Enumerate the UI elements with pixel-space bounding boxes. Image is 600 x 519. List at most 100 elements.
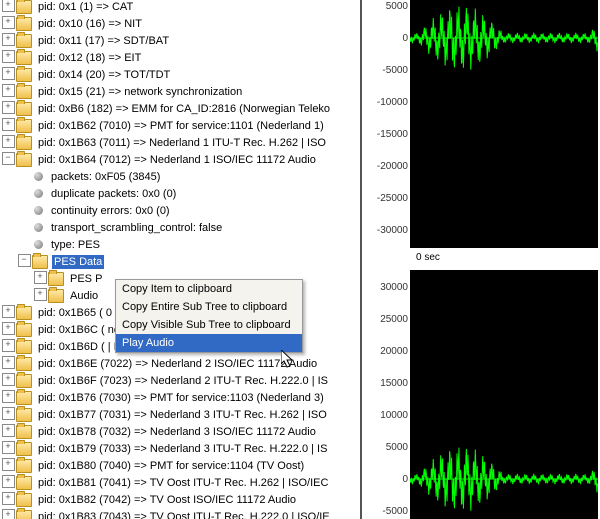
waveform-plot-bottom[interactable] — [410, 270, 598, 519]
expander-plus-icon[interactable]: + — [2, 0, 15, 12]
ytick: 0 — [402, 474, 408, 485]
folder-icon — [48, 289, 64, 303]
expander-plus-icon[interactable]: + — [2, 16, 15, 29]
expander-plus-icon[interactable]: + — [2, 67, 15, 80]
tree-node[interactable]: pid: 0x10 (16) => NIT — [36, 17, 144, 31]
expander-plus-icon[interactable]: + — [2, 373, 15, 386]
expander-plus-icon[interactable]: + — [2, 390, 15, 403]
expander-plus-icon[interactable]: + — [2, 492, 15, 505]
tree-node[interactable]: pid: 0x1B80 (7040) => PMT for service:11… — [36, 459, 306, 473]
folder-icon — [16, 17, 32, 31]
tree-node[interactable]: pid: 0x12 (18) => EIT — [36, 51, 143, 65]
tree-leaf[interactable]: duplicate packets: 0x0 (0) — [49, 187, 178, 201]
menu-copy-entire[interactable]: Copy Entire Sub Tree to clipboard — [116, 298, 302, 316]
tree-leaf[interactable]: transport_scrambling_control: false — [49, 221, 224, 235]
folder-icon — [16, 408, 32, 422]
folder-icon — [16, 51, 32, 65]
tree-node[interactable]: pid: 0x14 (20) => TOT/TDT — [36, 68, 172, 82]
tree-node[interactable]: pid: 0x1B79 (7033) => Nederland 3 ITU-T … — [36, 442, 329, 456]
expander-plus-icon[interactable]: + — [2, 135, 15, 148]
expander-plus-icon[interactable]: + — [2, 84, 15, 97]
folder-icon — [16, 68, 32, 82]
folder-icon — [16, 510, 32, 519]
tree-leaf[interactable]: packets: 0xF05 (3845) — [49, 170, 162, 184]
expander-plus-icon[interactable]: + — [34, 271, 47, 284]
expander-plus-icon[interactable]: + — [2, 50, 15, 63]
expander-plus-icon[interactable]: + — [2, 101, 15, 114]
expander-plus-icon[interactable]: + — [2, 118, 15, 131]
tree-node[interactable]: pid: 0x1B76 (7030) => PMT for service:11… — [36, 391, 326, 405]
expander-plus-icon[interactable]: + — [2, 475, 15, 488]
folder-icon — [16, 136, 32, 150]
tree-node[interactable]: pid: 0x1B81 (7041) => TV Oost ITU-T Rec.… — [36, 476, 330, 490]
tree-node-selected[interactable]: PES Data — [52, 255, 104, 269]
folder-icon — [16, 357, 32, 371]
bullet-icon — [34, 172, 43, 181]
folder-icon — [16, 119, 32, 133]
bullet-icon — [34, 223, 43, 232]
tree-node[interactable]: PES P — [68, 272, 104, 286]
menu-play-audio[interactable]: Play Audio — [116, 334, 302, 352]
folder-icon — [16, 306, 32, 320]
x-label: 0 sec — [416, 252, 440, 263]
ytick: 15000 — [380, 378, 408, 389]
tree-node[interactable]: pid: 0x1B62 (7010) => PMT for service:11… — [36, 119, 326, 133]
folder-icon — [32, 255, 48, 269]
expander-plus-icon[interactable]: + — [2, 424, 15, 437]
ytick: -20000 — [377, 161, 408, 172]
tree-node[interactable]: pid: 0x1B77 (7031) => Nederland 3 ITU-T … — [36, 408, 329, 422]
folder-icon — [16, 34, 32, 48]
tree-node[interactable]: pid: 0x1B78 (7032) => Nederland 3 ISO/IE… — [36, 425, 318, 439]
tree-node[interactable]: pid: 0x1 (1) => CAT — [36, 0, 135, 14]
tree-node[interactable]: pid: 0x1B82 (7042) => TV Oost ISO/IEC 11… — [36, 493, 298, 507]
menu-copy-visible[interactable]: Copy Visible Sub Tree to clipboard — [116, 316, 302, 334]
folder-icon — [16, 102, 32, 116]
expander-plus-icon[interactable]: + — [2, 33, 15, 46]
folder-icon — [16, 442, 32, 456]
expander-plus-icon[interactable]: + — [2, 407, 15, 420]
folder-icon — [16, 323, 32, 337]
tree-node[interactable]: Audio — [68, 289, 100, 303]
tree-node[interactable]: pid: 0x11 (17) => SDT/BAT — [36, 34, 171, 48]
expander-plus-icon[interactable]: + — [2, 305, 15, 318]
expander-plus-icon[interactable]: + — [2, 322, 15, 335]
ytick: -10000 — [377, 97, 408, 108]
tree-node[interactable]: pid: 0x1B6E (7022) => Nederland 2 ISO/IE… — [36, 357, 319, 371]
ytick: -15000 — [377, 129, 408, 140]
tree-leaf[interactable]: type: PES — [49, 238, 102, 252]
tree-node[interactable]: pid: 0x1B6F (7023) => Nederland 2 ITU-T … — [36, 374, 330, 388]
expander-minus-icon[interactable]: − — [2, 152, 15, 165]
tree-node[interactable]: pid: 0x15 (21) => network synchronizatio… — [36, 85, 244, 99]
tree-leaf[interactable]: continuity errors: 0x0 (0) — [49, 204, 172, 218]
folder-icon — [16, 425, 32, 439]
folder-icon — [16, 493, 32, 507]
expander-plus-icon[interactable]: + — [2, 458, 15, 471]
tree-node[interactable]: pid: 0x1B63 (7011) => Nederland 1 ITU-T … — [36, 136, 328, 150]
folder-icon — [16, 391, 32, 405]
menu-copy-item[interactable]: Copy Item to clipboard — [116, 280, 302, 298]
ytick: -30000 — [377, 225, 408, 236]
ytick: -5000 — [382, 65, 408, 76]
folder-icon — [16, 476, 32, 490]
tree-node[interactable]: pid: 0xB6 (182) => EMM for CA_ID:2816 (N… — [36, 102, 332, 116]
folder-icon — [16, 459, 32, 473]
folder-icon — [16, 0, 32, 14]
bullet-icon — [34, 189, 43, 198]
bullet-icon — [34, 206, 43, 215]
folder-icon — [16, 374, 32, 388]
expander-plus-icon[interactable]: + — [34, 288, 47, 301]
expander-minus-icon[interactable]: − — [18, 254, 31, 267]
ytick: 10000 — [380, 410, 408, 421]
expander-plus-icon[interactable]: + — [2, 356, 15, 369]
ytick: 30000 — [380, 282, 408, 293]
context-menu: Copy Item to clipboard Copy Entire Sub T… — [115, 279, 303, 353]
expander-plus-icon[interactable]: + — [2, 509, 15, 519]
waveform-plot-top[interactable] — [410, 0, 598, 248]
ytick: 20000 — [380, 346, 408, 357]
ytick: 0 — [402, 33, 408, 44]
expander-plus-icon[interactable]: + — [2, 441, 15, 454]
tree-node[interactable]: pid: 0x1B83 (7043) => TV Oost ITU-T Rec.… — [36, 510, 332, 519]
expander-plus-icon[interactable]: + — [2, 339, 15, 352]
tree-node-expanded[interactable]: pid: 0x1B64 (7012) => Nederland 1 ISO/IE… — [36, 153, 318, 167]
folder-icon — [48, 272, 64, 286]
